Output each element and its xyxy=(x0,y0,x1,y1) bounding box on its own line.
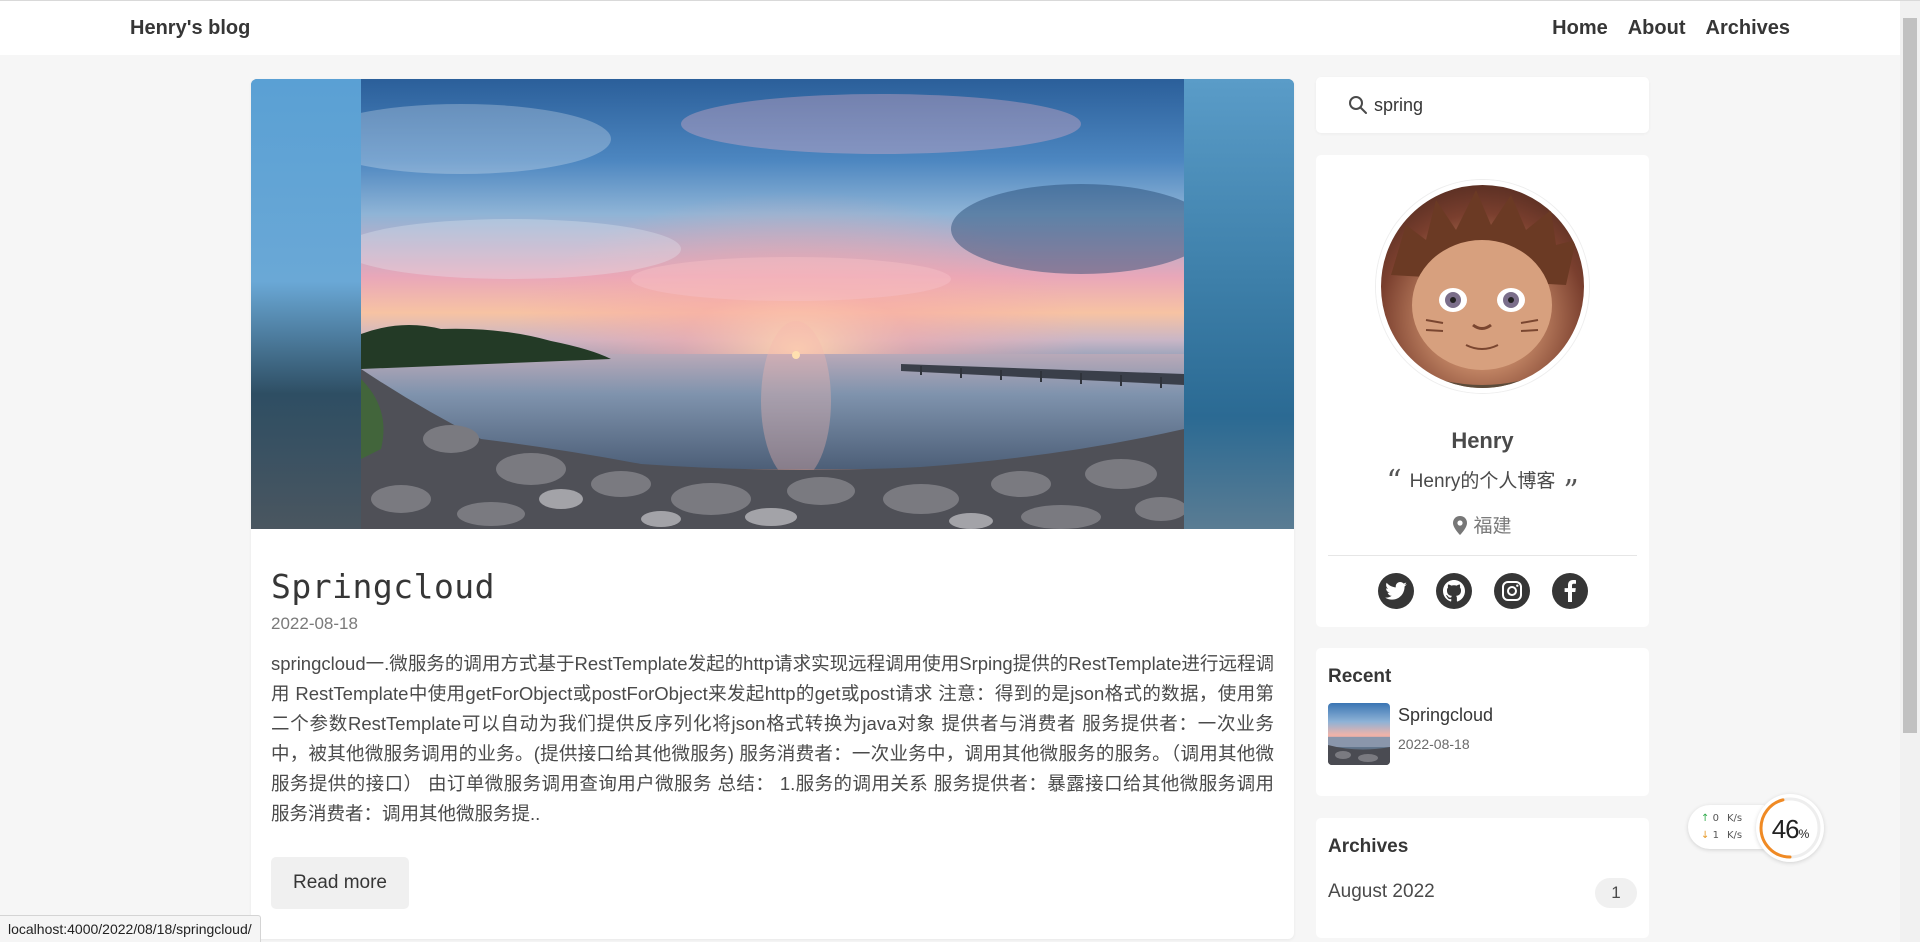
download-speed: ↓ 1 K/s xyxy=(1701,830,1742,841)
usage-number: 46 xyxy=(1771,814,1800,844)
upload-arrow-icon: ↑ xyxy=(1701,813,1710,824)
status-bar-url: localhost:4000/2022/08/18/springcloud/ xyxy=(0,915,261,942)
post-excerpt: springcloud一.微服务的调用方式基于RestTemplate发起的ht… xyxy=(271,653,1274,824)
archive-month: August 2022 xyxy=(1328,881,1435,902)
post-title[interactable]: Springcloud xyxy=(271,567,495,606)
github-icon[interactable] xyxy=(1435,573,1472,609)
scrollbar-thumb[interactable] xyxy=(1903,18,1917,733)
usage-gauge-value: 46% xyxy=(1756,814,1824,845)
recent-title: Recent xyxy=(1328,666,1392,687)
profile-name: Henry xyxy=(1451,428,1514,453)
map-pin-icon xyxy=(1453,516,1468,535)
nav-home[interactable]: Home xyxy=(1552,17,1608,40)
usage-percent-sign: % xyxy=(1798,827,1810,841)
cover-photo xyxy=(361,79,1184,529)
read-more-button[interactable]: Read more xyxy=(271,857,409,909)
profile-divider xyxy=(1328,555,1637,556)
recent-post-title[interactable]: Springcloud xyxy=(1398,705,1493,726)
download-arrow-icon: ↓ xyxy=(1701,830,1710,841)
profile-location-text: 福建 xyxy=(1473,516,1512,537)
cover-blur-left xyxy=(251,79,361,529)
post-date: 2022-08-18 xyxy=(271,614,358,633)
avatar-illustration xyxy=(1391,190,1576,388)
cover-blur-right xyxy=(1184,79,1294,529)
profile-tagline-text: Henry的个人博客 xyxy=(1409,471,1556,492)
profile-tagline: “ Henry的个人博客 ” xyxy=(1316,460,1649,509)
nav-links: Home About Archives xyxy=(1552,17,1790,40)
social-links xyxy=(1316,573,1649,609)
twitter-icon[interactable] xyxy=(1377,573,1414,609)
post-card: Springcloud 2022-08-18 springcloud一.微服务的… xyxy=(251,79,1294,939)
nav-about[interactable]: About xyxy=(1628,17,1686,40)
profile-card: Henry “ Henry的个人博客 ” 福建 xyxy=(1316,155,1649,627)
archive-count-badge: 1 xyxy=(1595,878,1637,908)
sunset-lake-illustration xyxy=(361,79,1184,529)
search-icon xyxy=(1349,96,1367,114)
upload-speed: ↑ 0 K/s xyxy=(1701,813,1742,824)
archive-item[interactable]: August 2022 1 xyxy=(1328,876,1637,908)
search-box xyxy=(1316,77,1649,133)
archives-widget: Archives August 2022 1 xyxy=(1316,818,1649,938)
download-value: 1 xyxy=(1712,830,1719,841)
instagram-icon[interactable] xyxy=(1493,573,1530,609)
post-cover-image[interactable] xyxy=(251,79,1294,529)
quote-close-icon: ” xyxy=(1563,474,1579,509)
upload-unit: K/s xyxy=(1726,813,1743,824)
avatar xyxy=(1376,180,1589,393)
search-input[interactable] xyxy=(1374,91,1624,119)
usage-gauge[interactable]: 46% xyxy=(1756,794,1824,862)
upload-value: 0 xyxy=(1712,813,1719,824)
recent-post-date: 2022-08-18 xyxy=(1398,736,1470,752)
profile-location: 福建 xyxy=(1316,511,1649,538)
navbar: Henry's blog Home About Archives xyxy=(0,1,1900,55)
network-speed-widget[interactable]: ↑ 0 K/s ↓ 1 K/s xyxy=(1688,805,1764,849)
quote-open-icon: “ xyxy=(1386,464,1402,499)
nav-archives[interactable]: Archives xyxy=(1706,17,1791,40)
recent-widget: Recent Springcloud 2022-08-18 xyxy=(1316,648,1649,796)
recent-post-thumbnail[interactable] xyxy=(1328,703,1390,765)
download-unit: K/s xyxy=(1726,830,1743,841)
archives-title: Archives xyxy=(1328,836,1409,857)
brand-link[interactable]: Henry's blog xyxy=(130,17,250,40)
thumbnail-illustration xyxy=(1328,737,1390,765)
facebook-icon[interactable] xyxy=(1551,573,1588,609)
